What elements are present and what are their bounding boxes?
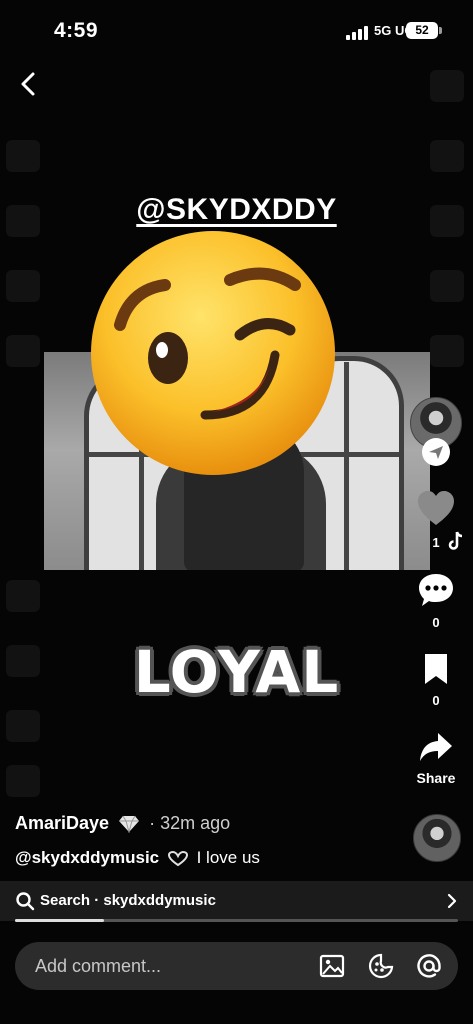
back-arrow-icon <box>21 72 35 96</box>
film-hole <box>6 710 40 742</box>
overlay-handle-text[interactable]: @SKYDXDDY <box>0 193 473 227</box>
search-label: Search · skydxddymusic <box>40 892 216 909</box>
author-name[interactable]: AmariDaye <box>15 813 109 833</box>
comment-count: 0 <box>432 615 440 630</box>
signal-icon <box>346 24 370 40</box>
overlay-word: LOYAL <box>133 638 340 706</box>
caption-mention[interactable]: @skydxddymusic <box>15 848 159 867</box>
film-hole <box>430 335 464 367</box>
bookmark-icon <box>425 654 447 684</box>
search-icon <box>16 892 35 911</box>
send-icon <box>429 446 443 459</box>
battery-tip <box>439 27 442 34</box>
post-time-ago: · 32m ago <box>149 813 231 833</box>
caption-text: I love us <box>196 848 260 867</box>
image-icon[interactable] <box>319 953 345 979</box>
comment-input[interactable] <box>35 942 305 990</box>
emoji-icon[interactable] <box>368 953 394 979</box>
film-hole <box>6 335 40 367</box>
bookmark-button[interactable]: 0 <box>410 652 462 708</box>
share-button[interactable]: Share <box>406 731 466 786</box>
film-hole <box>430 140 464 172</box>
related-search-bar[interactable]: Search · skydxddymusic <box>0 881 473 921</box>
comment-button[interactable]: 0 <box>410 572 462 630</box>
film-hole <box>430 270 464 302</box>
commenter-avatar[interactable] <box>413 814 461 862</box>
heart-hands-icon <box>167 850 188 866</box>
video-progress-bar[interactable] <box>15 919 458 922</box>
comment-bar <box>15 942 458 990</box>
diamond-icon <box>119 815 140 834</box>
chevron-right-icon <box>447 893 457 909</box>
send-button[interactable] <box>422 438 450 466</box>
film-hole <box>6 140 40 172</box>
share-icon <box>420 733 452 761</box>
at-icon[interactable] <box>416 953 442 979</box>
bookmark-count: 0 <box>432 693 440 708</box>
wink-emoji <box>91 231 335 475</box>
battery-icon: 52 <box>406 22 438 39</box>
caption-text-row: @skydxddymusic I love us <box>15 848 260 868</box>
film-hole <box>430 70 464 102</box>
back-button[interactable] <box>12 68 44 100</box>
film-hole <box>6 580 40 612</box>
tiktok-icon <box>448 531 463 550</box>
caption-author-row: AmariDaye · 32m ago <box>15 813 230 834</box>
film-hole <box>6 765 40 797</box>
status-time: 4:59 <box>54 19 99 42</box>
heart-icon <box>418 491 454 525</box>
video-progress-fill <box>15 919 104 922</box>
comment-icon <box>419 574 453 606</box>
status-bar: 4:59 5G UC 52 <box>0 0 473 60</box>
film-hole <box>6 270 40 302</box>
share-label: Share <box>416 770 456 786</box>
